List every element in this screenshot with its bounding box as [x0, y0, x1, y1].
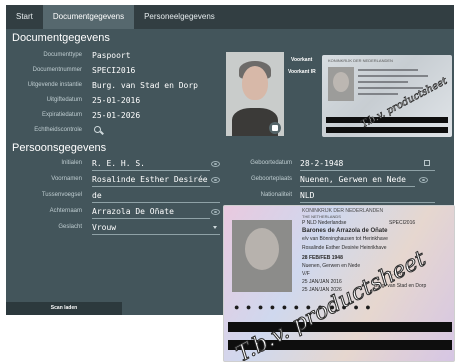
document-front-thumbnail[interactable]: KONINKRIJK DER NEDERLANDEN T.b.v. produc… — [322, 55, 452, 137]
expiry-date-row: Expiratiedatum 25-01-2026 — [12, 109, 222, 122]
initials-row: Initialen — [12, 157, 82, 170]
document-type-value: Paspoort — [92, 51, 131, 60]
passport-photo — [226, 52, 284, 136]
prefix-row: Tussenvoegsel — [12, 189, 82, 202]
document-number-value: SPECI2016 — [92, 66, 136, 75]
eye-icon[interactable] — [211, 161, 220, 167]
prefix-field[interactable]: de — [92, 189, 220, 203]
birth-place-label: Geboorteplaats — [250, 176, 292, 182]
document-number-row: Documentnummer SPECI2016 — [12, 64, 222, 77]
birth-date-value: 28-2-1948 — [300, 159, 344, 168]
doc-pob: Nuenen, Gerwen en Nede — [302, 263, 361, 269]
document-scan-image: KONINKRIJK DER NEDERLANDEN THE NETHERLAN… — [223, 205, 455, 362]
thumb-text-line — [358, 87, 423, 89]
camera-icon[interactable] — [269, 122, 281, 134]
thumb-text-line — [358, 75, 428, 77]
initials-label: Initialen — [61, 160, 82, 166]
issue-date-label: Uitgiftedatum — [46, 97, 82, 103]
photo-face — [242, 66, 268, 100]
scan-load-button[interactable]: Scan laden — [6, 302, 122, 315]
thumb-face — [333, 72, 349, 92]
birth-place-field[interactable]: Nuenen, Gerwen en Nede — [300, 173, 415, 187]
prefix-value: de — [92, 191, 102, 200]
doc-sex: V/F — [302, 271, 310, 277]
nationality-value: NLD — [300, 191, 315, 200]
tab-documentgegevens[interactable]: Documentgegevens — [42, 5, 135, 29]
gender-select[interactable]: Vrouw — [92, 221, 220, 235]
thumb-mrz-line — [326, 127, 448, 133]
doc-name1: Barones de Arrazola de Oñate — [302, 228, 388, 234]
doc-name2: e/v van Bönninghausen tot Herinkhave — [302, 236, 388, 242]
chevron-down-icon — [213, 226, 217, 229]
birth-date-row: Geboortedatum — [232, 157, 292, 170]
search-icon[interactable] — [94, 126, 101, 133]
tab-start[interactable]: Start — [6, 5, 43, 29]
doc-dob: 28 FEB/FEB 1948 — [302, 255, 343, 261]
issue-date-row: Uitgiftedatum 25-01-2016 — [12, 94, 222, 107]
issue-date-value: 25-01-2016 — [92, 96, 141, 105]
passport-scan-app: Start Documentgegevens Personeelgegevens… — [0, 0, 455, 362]
eye-icon[interactable] — [419, 177, 428, 183]
first-names-row: Voornamen — [12, 173, 82, 186]
doc-subheader: THE NETHERLANDS — [302, 214, 341, 219]
birth-date-field[interactable]: 28-2-1948 — [300, 157, 435, 171]
front-label[interactable]: Voorkant — [291, 57, 312, 63]
issuing-authority-value: Burg. van Stad en Dorp — [92, 81, 198, 90]
document-type-label: Documenttype — [43, 52, 82, 58]
first-names-label: Voornamen — [51, 176, 82, 182]
thumb-text-line — [358, 81, 408, 83]
surname-value: Arrazola De Oñate — [92, 207, 174, 216]
gender-value: Vrouw — [92, 223, 117, 232]
doc-number: SPECI2016 — [389, 220, 416, 226]
initials-value: R. E. H. S. — [92, 159, 145, 168]
thumb-text-line — [358, 93, 398, 95]
issuing-authority-row: Uitgevende instantie Burg. van Stad en D… — [12, 79, 227, 92]
gender-label: Geslacht — [58, 224, 82, 230]
expiry-date-value: 25-01-2026 — [92, 111, 141, 120]
surname-field[interactable]: Arrazola De Oñate — [92, 205, 210, 219]
surname-row: Achternaam — [12, 205, 82, 218]
initials-field[interactable]: R. E. H. S. — [92, 157, 210, 171]
nationality-row: Nationaliteit — [232, 189, 292, 202]
birth-place-row: Geboorteplaats — [232, 173, 292, 186]
authenticity-check-label: Echtheidscontrole — [34, 127, 82, 133]
surname-label: Achternaam — [49, 208, 82, 214]
doc-line1: P NLD Nederlandse — [302, 220, 347, 226]
gender-row: Geslacht — [12, 221, 82, 234]
document-number-label: Documentnummer — [32, 67, 82, 73]
birth-place-value: Nuenen, Gerwen en Nede — [300, 175, 406, 184]
eye-icon[interactable] — [211, 209, 220, 215]
tab-bar: Start Documentgegevens Personeelgegevens — [6, 5, 454, 29]
first-names-value: Rosalinde Esther Desirée H — [92, 175, 210, 184]
prefix-label: Tussenvoegsel — [41, 192, 82, 198]
document-type-row: Documenttype Paspoort — [12, 49, 222, 62]
front-ir-label[interactable]: Voorkant IR — [288, 69, 316, 75]
thumb-text-line — [358, 69, 418, 71]
thumb-header: KONINKRIJK DER NEDERLANDEN — [328, 58, 393, 63]
eye-icon[interactable] — [211, 177, 220, 183]
document-section-title: Documentgegevens — [12, 32, 110, 44]
expiry-date-label: Expiratiedatum — [41, 112, 82, 118]
first-names-field[interactable]: Rosalinde Esther Desirée H — [92, 173, 210, 187]
doc-issued: 25 JAN/JAN 2016 — [302, 279, 342, 285]
tab-personeelgegevens[interactable]: Personeelgegevens — [134, 5, 225, 29]
nationality-label: Nationaliteit — [260, 192, 292, 198]
nationality-field[interactable]: NLD — [300, 189, 435, 203]
calendar-icon[interactable] — [424, 160, 430, 166]
doc-face — [245, 228, 279, 270]
issuing-authority-label: Uitgevende instantie — [27, 82, 82, 88]
person-section-title: Persoonsgegevens — [12, 142, 107, 154]
birth-date-label: Geboortedatum — [250, 160, 292, 166]
authenticity-check-row: Echtheidscontrole — [12, 124, 222, 137]
doc-given: Rosalinde Esther Desirée Heinrikhave — [302, 245, 387, 251]
